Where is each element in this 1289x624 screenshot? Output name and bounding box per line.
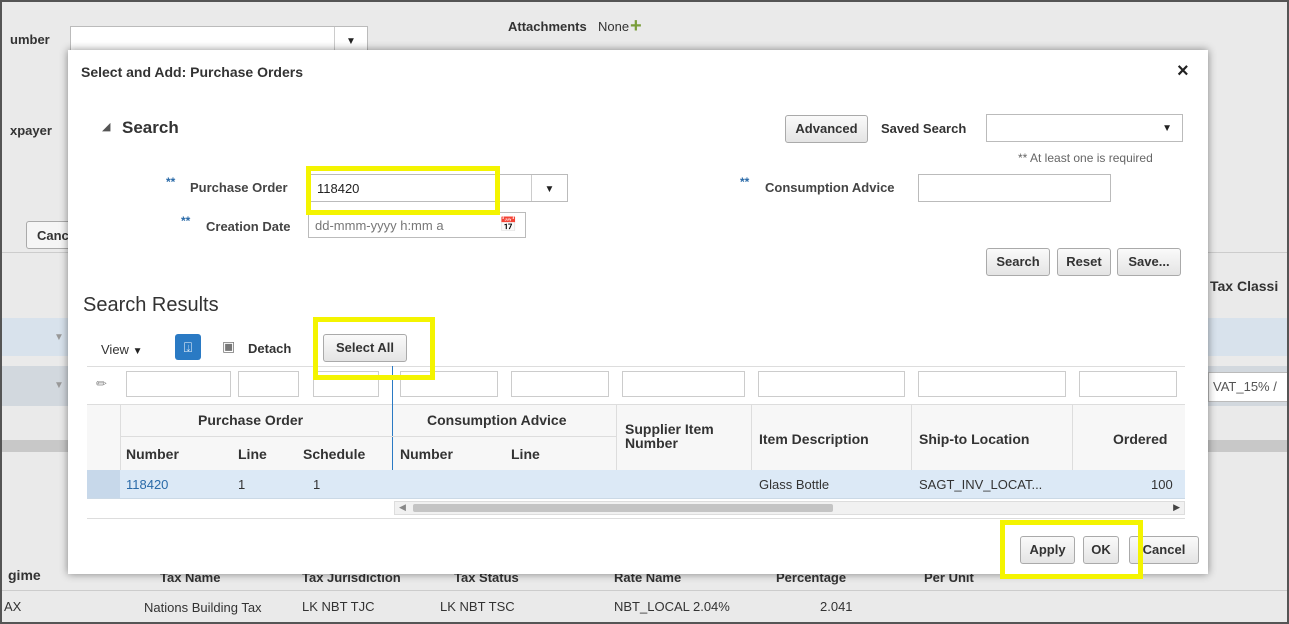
required-marker: ** xyxy=(181,214,191,228)
search-button[interactable]: Search xyxy=(986,248,1050,276)
dialog-title: Select and Add: Purchase Orders xyxy=(81,64,303,80)
rate-name-value: NBT_LOCAL 2.04% xyxy=(614,599,730,614)
cancel-button[interactable]: Cancel xyxy=(1129,536,1199,564)
divider xyxy=(911,404,912,470)
save-button[interactable]: Save... xyxy=(1117,248,1181,276)
filter-ship-to[interactable] xyxy=(918,371,1066,397)
purchase-order-input[interactable]: 118420 ▼ xyxy=(308,174,568,202)
horizontal-scrollbar[interactable]: ◀ ▶ xyxy=(394,501,1185,515)
filter-supplier-item[interactable] xyxy=(622,371,745,397)
scroll-right-icon[interactable]: ▶ xyxy=(1173,502,1180,513)
item-description-cell: Glass Bottle xyxy=(759,477,830,492)
tax-status-value: LK NBT TSC xyxy=(440,599,515,614)
reset-button[interactable]: Reset xyxy=(1057,248,1111,276)
regime-value: AX xyxy=(4,599,22,614)
filter-po-number[interactable] xyxy=(126,371,231,397)
chevron-down-icon[interactable]: ▼ xyxy=(54,332,64,343)
ca-number-header[interactable]: Number xyxy=(400,446,453,462)
chevron-down-icon[interactable]: ▼ xyxy=(1162,123,1172,134)
po-schedule-header[interactable]: Schedule xyxy=(303,446,365,462)
consumption-advice-label: Consumption Advice xyxy=(765,180,895,195)
view-menu[interactable]: View ▼ xyxy=(101,342,142,357)
divider xyxy=(751,404,752,470)
creation-date-label: Creation Date xyxy=(206,219,291,234)
collapse-triangle-icon[interactable]: ◢ xyxy=(102,120,110,133)
attachments-value: None xyxy=(598,19,630,34)
divider xyxy=(1072,404,1073,470)
divider xyxy=(120,404,121,470)
close-icon[interactable]: × xyxy=(1177,60,1189,83)
consumption-advice-input[interactable] xyxy=(918,174,1111,202)
table-top-border xyxy=(87,366,1185,367)
ok-button[interactable]: OK xyxy=(1083,536,1119,564)
saved-search-select[interactable]: ▼ xyxy=(986,114,1183,142)
chevron-down-icon: ▼ xyxy=(132,346,143,357)
scrollbar-thumb[interactable] xyxy=(413,504,833,512)
filter-ordered[interactable] xyxy=(1079,371,1177,397)
creation-date-input[interactable]: dd-mmm-yyyy h:mm a 📅 xyxy=(308,212,526,238)
apply-button[interactable]: Apply xyxy=(1020,536,1075,564)
query-by-example-icon[interactable]: ⍗ xyxy=(175,334,201,360)
required-note: ** At least one is required xyxy=(1018,151,1153,165)
ordered-cell: 100 xyxy=(1151,477,1173,492)
ship-to-header[interactable]: Ship-to Location xyxy=(919,431,1029,447)
number-label: umber xyxy=(10,32,50,47)
tax-classification-header: Tax Classi xyxy=(1210,278,1279,294)
divider xyxy=(616,404,617,470)
select-purchase-orders-dialog: Select and Add: Purchase Orders × ◢ Sear… xyxy=(68,50,1208,574)
frozen-column-divider xyxy=(392,366,393,470)
table-row[interactable]: 118420 1 1 Glass Bottle SAGT_INV_LOCAT..… xyxy=(87,470,1185,499)
detach-button[interactable]: Detach xyxy=(248,341,291,356)
tax-jurisdiction-value: LK NBT TJC xyxy=(302,599,375,614)
search-section-heading[interactable]: Search xyxy=(122,118,179,138)
filter-item-description[interactable] xyxy=(758,371,905,397)
chevron-down-icon[interactable]: ▼ xyxy=(531,175,567,201)
search-results-heading: Search Results xyxy=(83,294,219,316)
row-selector[interactable] xyxy=(87,470,120,498)
detach-icon[interactable]: ▣ xyxy=(222,338,235,355)
consumption-advice-group-header: Consumption Advice xyxy=(427,412,567,428)
attachments-label: Attachments xyxy=(508,19,587,34)
taxpayer-label: xpayer xyxy=(10,123,52,138)
add-attachment-icon[interactable]: + xyxy=(630,15,642,38)
required-marker: ** xyxy=(740,175,750,189)
advanced-button[interactable]: Advanced xyxy=(785,115,868,143)
divider xyxy=(2,590,1287,591)
required-marker: ** xyxy=(166,175,176,189)
ca-line-header[interactable]: Line xyxy=(511,446,540,462)
purchase-order-label: Purchase Order xyxy=(190,180,288,195)
po-schedule-cell: 1 xyxy=(313,477,321,492)
calendar-icon[interactable]: 📅 xyxy=(500,216,517,233)
filter-ca-line[interactable] xyxy=(511,371,609,397)
divider xyxy=(87,518,1185,519)
ordered-header[interactable]: Ordered xyxy=(1113,431,1167,447)
scroll-left-icon[interactable]: ◀ xyxy=(399,502,406,513)
saved-search-label: Saved Search xyxy=(881,121,967,136)
purchase-order-group-header: Purchase Order xyxy=(198,412,304,428)
filter-ca-number[interactable] xyxy=(400,371,498,397)
supplier-item-header[interactable]: Supplier Item Number xyxy=(625,422,735,450)
cancel-button-bg[interactable]: Canc xyxy=(26,221,72,249)
filter-po-line[interactable] xyxy=(238,371,299,397)
percentage-value: 2.041 xyxy=(820,599,853,614)
divider xyxy=(120,436,616,437)
item-description-header[interactable]: Item Description xyxy=(759,431,869,447)
tax-name-value: Nations Building Tax xyxy=(144,600,262,615)
ship-to-cell: SAGT_INV_LOCAT... xyxy=(919,477,1043,492)
po-line-cell: 1 xyxy=(238,477,246,492)
filter-po-schedule[interactable] xyxy=(313,371,379,397)
clear-filter-icon[interactable]: ✏ xyxy=(96,376,107,392)
po-number-link[interactable]: 118420 xyxy=(126,477,168,492)
tax-classification-input[interactable]: VAT_15% / xyxy=(1208,372,1287,402)
chevron-down-icon[interactable]: ▼ xyxy=(54,380,64,391)
regime-header: gime xyxy=(8,567,41,583)
po-line-header[interactable]: Line xyxy=(238,446,267,462)
po-number-header[interactable]: Number xyxy=(126,446,179,462)
select-all-button[interactable]: Select All xyxy=(323,334,407,362)
application-window: umber ▼ Attachments None + xpayer Canc T… xyxy=(0,0,1289,624)
